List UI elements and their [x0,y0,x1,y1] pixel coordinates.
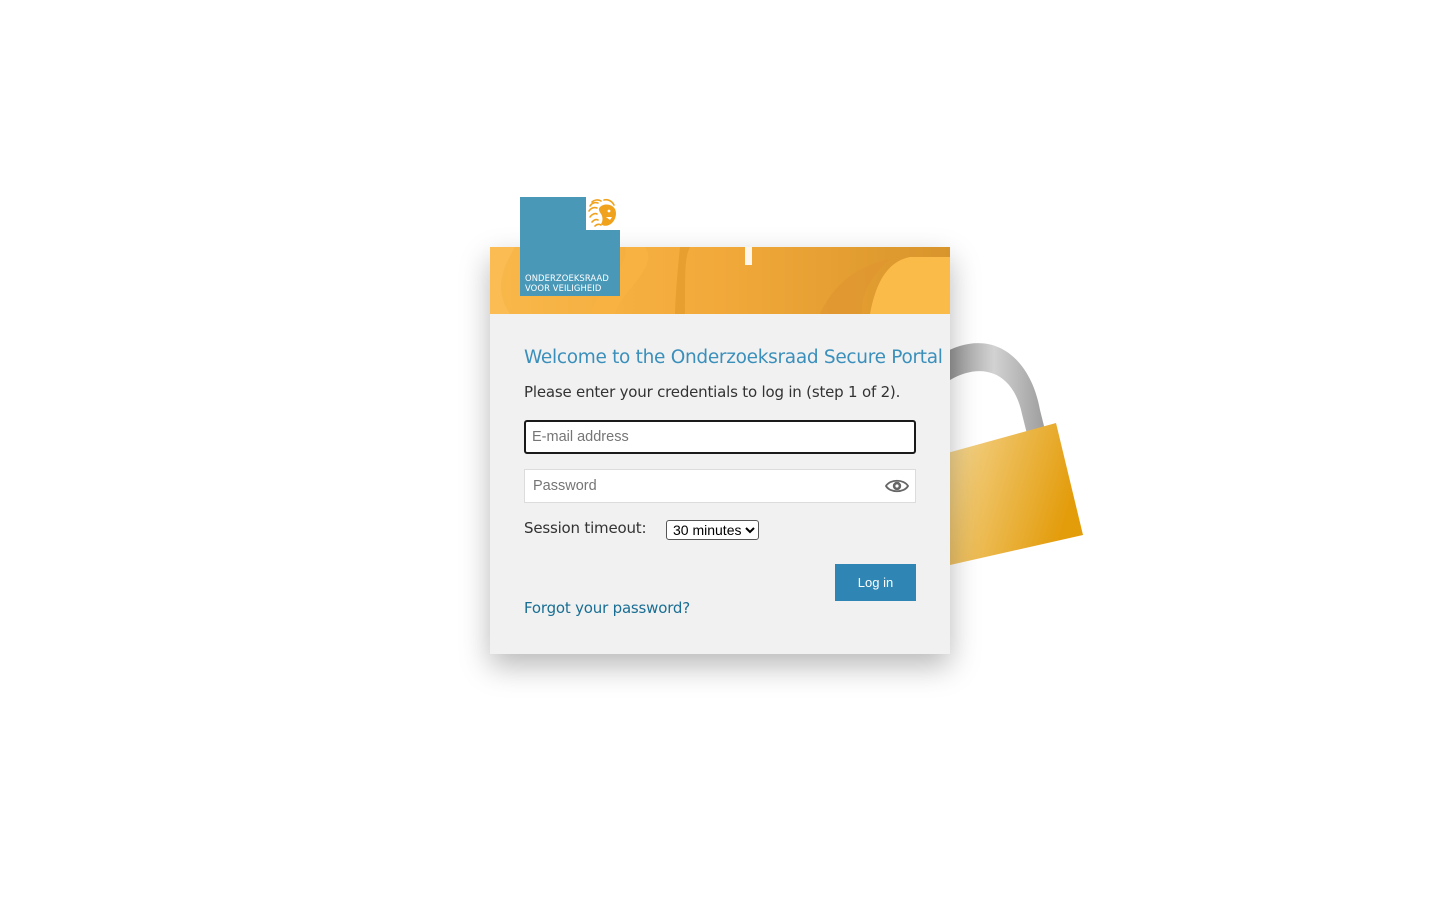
page-title: Welcome to the Onderzoeksraad Secure Por… [524,347,943,368]
logo-line-1: ONDERZOEKSRAAD [525,273,609,283]
email-input[interactable] [526,422,866,452]
password-input[interactable] [525,470,865,502]
lion-emblem-icon [586,197,620,230]
logo-line-2: VOOR VEILIGHEID [525,283,602,293]
logo-text: ONDERZOEKSRAAD VOOR VEILIGHEID [525,273,609,293]
login-button[interactable]: Log in [835,564,916,601]
eye-icon[interactable] [885,477,909,495]
session-timeout-row: Session timeout: 30 minutes [524,517,916,543]
session-timeout-label: Session timeout: [524,519,647,537]
email-field[interactable] [524,420,916,454]
login-card: Welcome to the Onderzoeksraad Secure Por… [490,247,950,654]
session-timeout-select[interactable]: 30 minutes [666,520,759,540]
login-form: Welcome to the Onderzoeksraad Secure Por… [524,347,943,617]
instructions-text: Please enter your credentials to log in … [524,383,901,401]
logo: ONDERZOEKSRAAD VOOR VEILIGHEID [520,197,620,296]
forgot-password-link[interactable]: Forgot your password? [524,599,690,617]
password-field[interactable] [524,469,916,503]
